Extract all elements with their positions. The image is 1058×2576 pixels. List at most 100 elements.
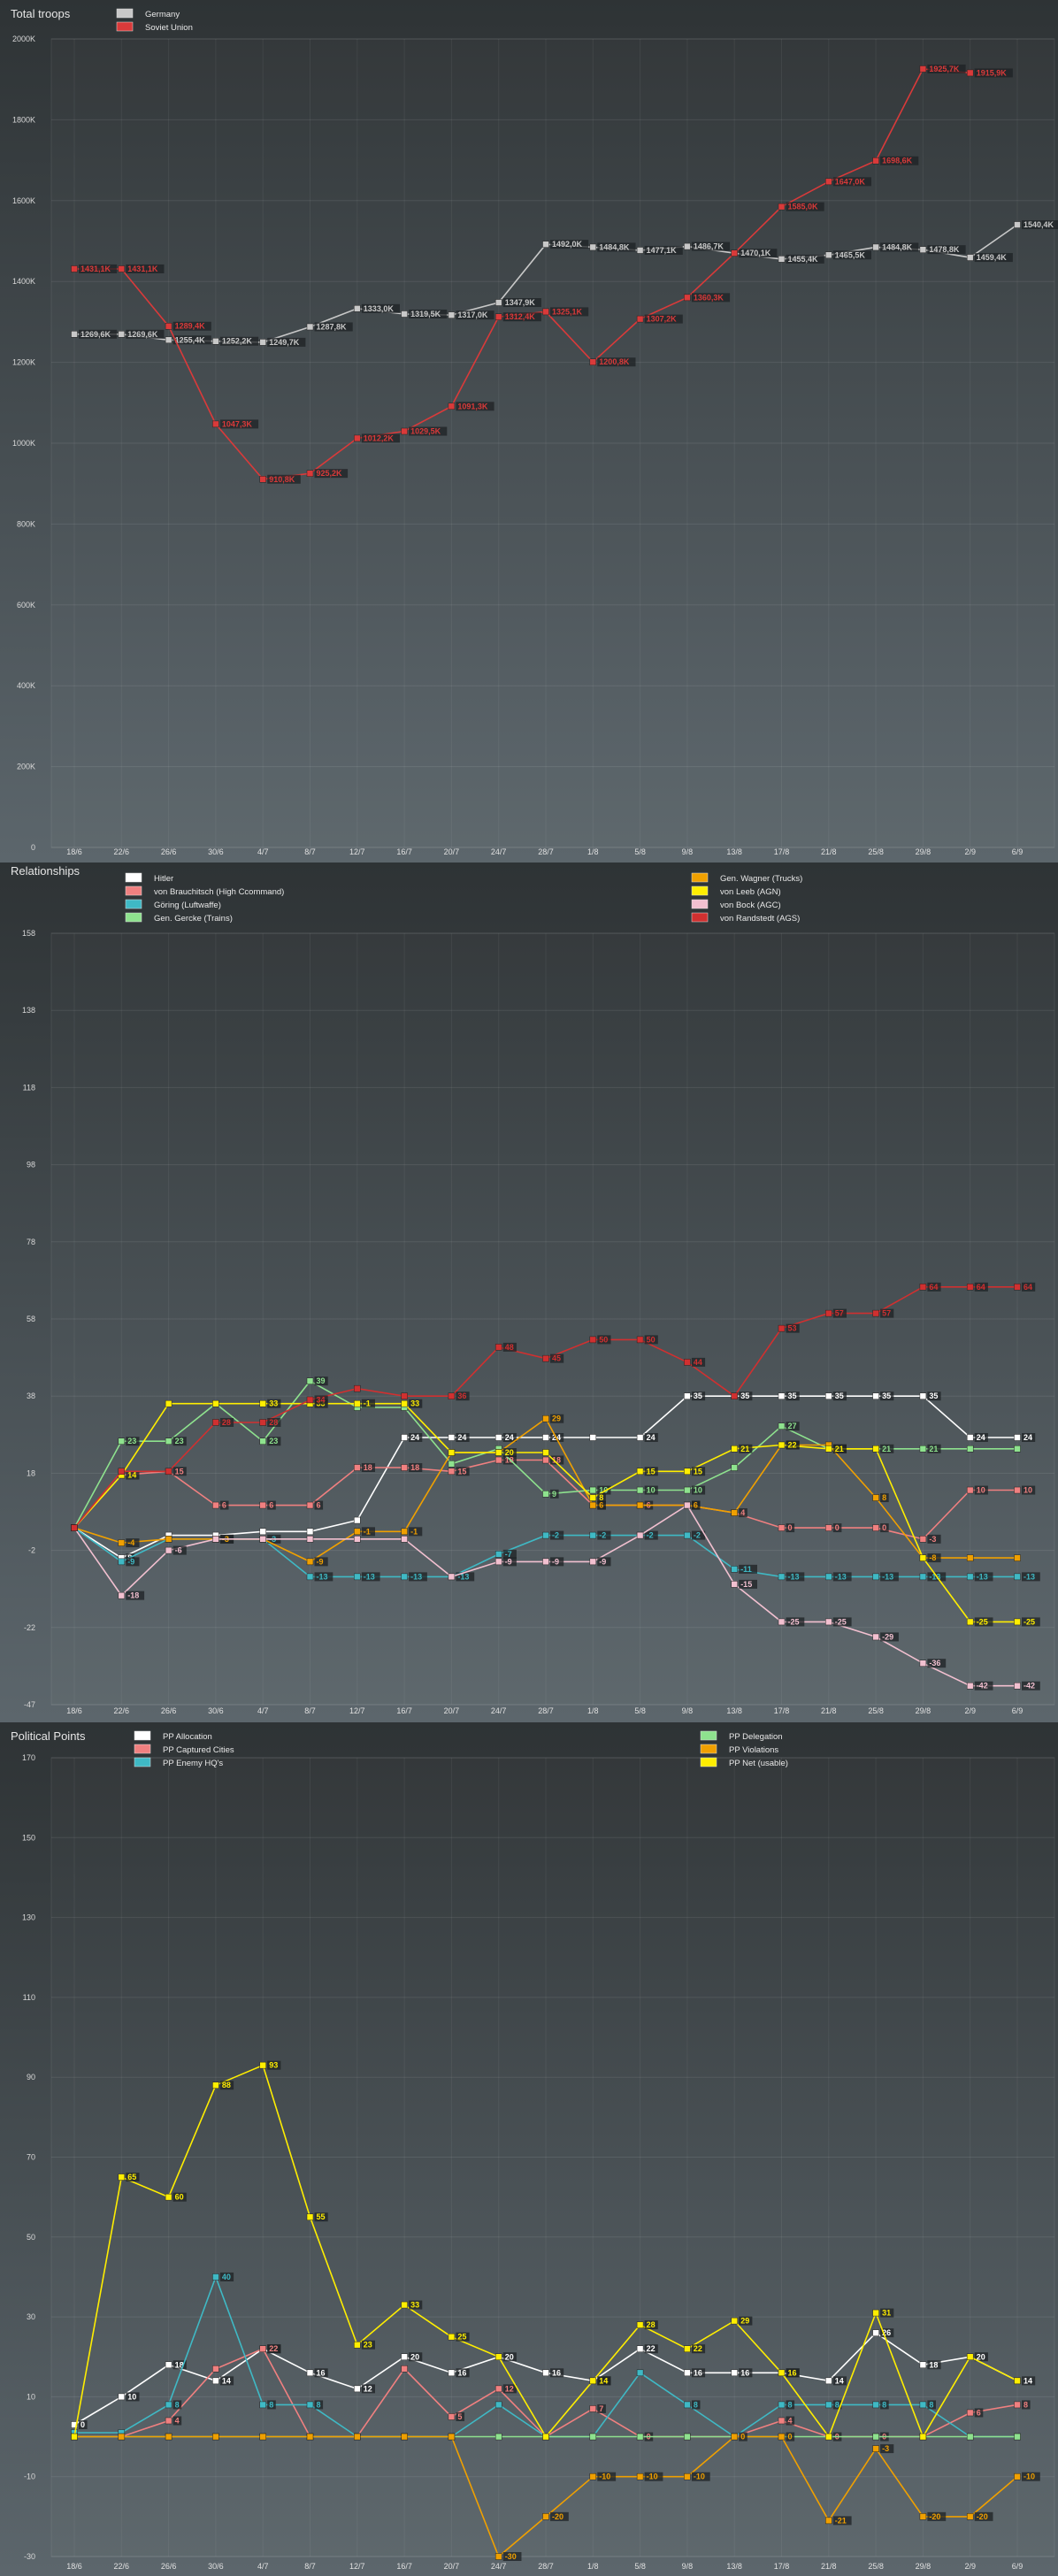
data-label: 4 <box>175 2416 180 2425</box>
legend-label: von Leeb (AGN) <box>720 887 781 897</box>
data-point <box>825 1524 832 1531</box>
legend-swatch <box>125 886 142 896</box>
data-point <box>1014 1682 1021 1690</box>
data-label: 27 <box>788 1422 797 1430</box>
data-label: 18 <box>410 1463 419 1472</box>
x-tick-label: 30/6 <box>208 1706 224 1715</box>
data-label: 1915,9K <box>977 68 1008 77</box>
data-point <box>494 1456 502 1464</box>
y-tick-label: 78 <box>27 1238 35 1246</box>
y-tick-label: 170 <box>22 1753 35 1762</box>
data-point <box>872 2309 879 2317</box>
data-label: -1 <box>364 1527 371 1536</box>
data-point <box>448 402 456 410</box>
x-tick-label: 6/9 <box>1012 1706 1024 1715</box>
legend-label: Germany <box>145 10 180 19</box>
data-label: 23 <box>175 1437 184 1445</box>
data-label: 93 <box>269 2061 278 2070</box>
data-point <box>825 1392 832 1399</box>
relationships-chart: Relationships Hitler von Brauchitsch (High… <box>0 862 1058 1722</box>
data-label: -10 <box>1024 2472 1035 2481</box>
data-point <box>306 2369 314 2377</box>
data-point <box>966 2513 974 2520</box>
data-point <box>731 2433 738 2441</box>
legend-label: PP Captured Cities <box>163 1745 234 1755</box>
data-point <box>636 2345 644 2352</box>
data-label: 8 <box>1024 2400 1028 2409</box>
legend-label: PP Enemy HQ's <box>163 1759 223 1768</box>
data-point <box>448 1449 456 1456</box>
x-tick-label: 9/8 <box>682 847 694 856</box>
data-point <box>259 2401 266 2409</box>
data-point <box>684 2345 691 2352</box>
data-point <box>636 315 644 323</box>
data-label: 18 <box>929 2360 938 2369</box>
data-point <box>306 1558 314 1566</box>
data-label: 15 <box>694 1467 702 1476</box>
data-label: -9 <box>317 1557 324 1566</box>
data-label: 20 <box>410 2352 419 2361</box>
data-point <box>966 2409 974 2417</box>
data-point <box>494 1434 502 1441</box>
data-point <box>589 1486 597 1494</box>
data-label: 1312,4K <box>505 312 536 321</box>
data-point <box>306 2401 314 2409</box>
data-label: 1647,0K <box>835 177 866 186</box>
data-point <box>778 1573 786 1581</box>
data-point <box>212 2377 219 2385</box>
data-point <box>966 254 974 261</box>
total-troops-chart: Total troops Germany Soviet Union 2000K 1800… <box>0 0 1058 862</box>
data-label: 33 <box>269 1399 278 1408</box>
y-tick-label: 30 <box>27 2312 35 2321</box>
data-point <box>778 2369 786 2377</box>
data-label: -9 <box>599 1557 606 1566</box>
data-point <box>448 2413 456 2420</box>
data-label: 1459,4K <box>977 253 1008 262</box>
data-point <box>354 2433 361 2441</box>
data-point <box>589 1434 597 1441</box>
data-label: -10 <box>599 2472 610 2481</box>
data-label: 1431,1K <box>80 264 111 273</box>
data-point <box>825 2517 832 2525</box>
data-point <box>401 2433 408 2441</box>
data-label: 10 <box>127 2392 136 2401</box>
y-tick-label: -47 <box>24 1700 35 1709</box>
data-label: 60 <box>175 2193 184 2202</box>
data-label: 23 <box>364 2341 372 2350</box>
data-point <box>259 2061 266 2069</box>
data-point <box>354 434 361 442</box>
x-tick-label: 20/7 <box>444 847 460 856</box>
data-label: 0 <box>740 2433 745 2442</box>
data-point <box>731 1392 738 1399</box>
data-label: -30 <box>505 2552 517 2561</box>
data-point <box>259 1419 266 1426</box>
legend-swatch <box>116 8 134 19</box>
data-point <box>825 1445 832 1453</box>
x-tick-label: 1/8 <box>587 2562 599 2571</box>
data-point <box>872 1392 879 1399</box>
data-label: 910,8K <box>269 475 295 484</box>
data-point <box>165 322 172 330</box>
data-label: 0 <box>788 2433 793 2442</box>
x-tick-label: 8/7 <box>304 1706 316 1715</box>
data-label: -13 <box>364 1572 375 1581</box>
data-point <box>778 1524 786 1531</box>
data-label: 1477,1K <box>647 246 678 255</box>
x-tick-label: 25/8 <box>868 847 884 856</box>
data-point <box>259 339 266 346</box>
data-point <box>354 1528 361 1536</box>
x-tick-label: 12/7 <box>349 1706 365 1715</box>
data-label: 35 <box>694 1392 702 1400</box>
y-tick-label: 400K <box>17 681 35 690</box>
x-tick-label: 16/7 <box>396 1706 412 1715</box>
data-point <box>919 2513 927 2520</box>
data-label: 35 <box>835 1392 844 1400</box>
data-label: 1333,0K <box>364 304 395 313</box>
data-label: 22 <box>694 2344 702 2353</box>
x-tick-label: 9/8 <box>682 1706 694 1715</box>
data-point <box>589 2377 597 2385</box>
data-label: 6 <box>269 1501 273 1510</box>
data-point <box>636 2433 644 2441</box>
data-point <box>636 247 644 254</box>
data-point <box>731 249 738 257</box>
